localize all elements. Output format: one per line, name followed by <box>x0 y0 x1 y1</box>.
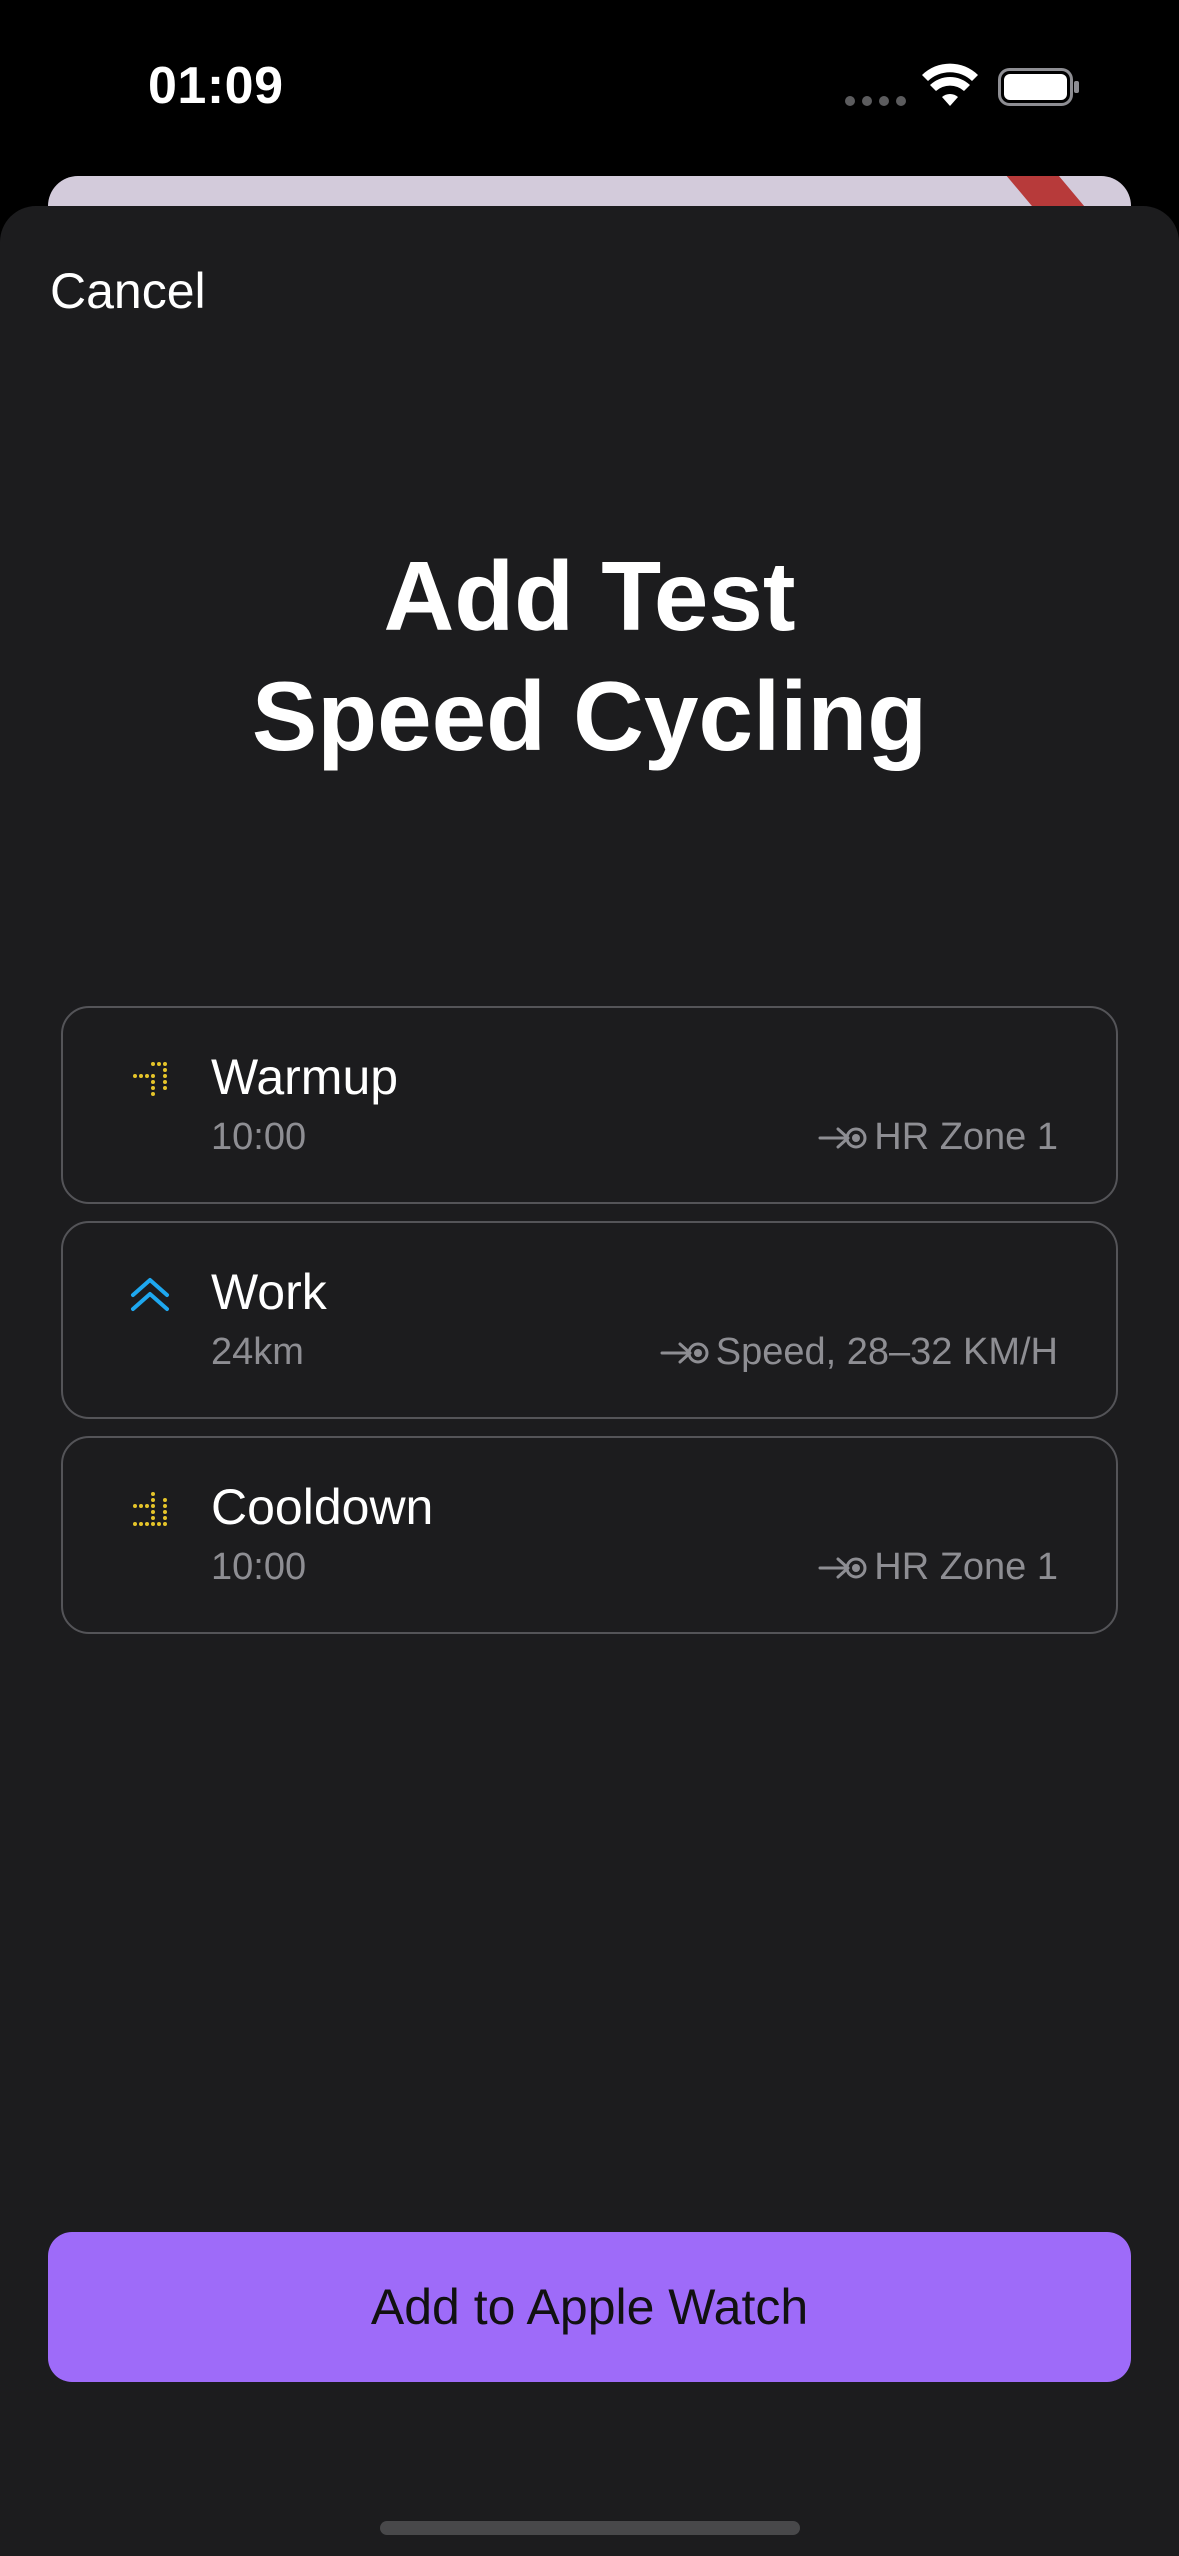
step-card-work: Work 24km Speed, 28–32 KM/H <box>61 1221 1118 1419</box>
step-duration: 10:00 <box>211 1546 307 1588</box>
step-distance: 24km <box>211 1331 304 1373</box>
target-arrow-icon <box>818 1557 867 1578</box>
step-target-label: Speed, 28–32 KM/H <box>715 1331 1058 1373</box>
warmup-icon <box>133 1062 167 1096</box>
add-to-apple-watch-button[interactable]: Add to Apple Watch <box>48 2232 1131 2382</box>
step-duration: 10:00 <box>211 1116 307 1158</box>
step-name: Work <box>211 1264 327 1320</box>
status-time: 01:09 <box>148 57 284 115</box>
status-bar: 01:09 <box>0 0 1179 170</box>
step-target-label: HR Zone 1 <box>874 1116 1058 1158</box>
target-arrow-icon <box>818 1127 867 1148</box>
step-target: HR Zone 1 <box>818 1546 1058 1589</box>
work-icon <box>131 1278 169 1311</box>
step-card-cooldown: Cooldown 10:00 HR Zone 1 <box>61 1436 1118 1634</box>
title-line-1: Add Test <box>383 541 796 651</box>
add-workout-sheet: Cancel Add Test Speed Cycling Warmup 10:… <box>0 206 1179 2556</box>
battery-icon <box>998 68 1079 106</box>
screen: 01:09 Cancel Add Test Speed Cycling Warm… <box>0 0 1179 2556</box>
cancel-button[interactable]: Cancel <box>50 262 206 320</box>
title-line-2: Speed Cycling <box>251 661 928 771</box>
step-target: HR Zone 1 <box>818 1116 1058 1159</box>
home-indicator[interactable] <box>380 2521 800 2535</box>
step-target-label: HR Zone 1 <box>874 1546 1058 1588</box>
sheet-title: Add Test Speed Cycling <box>0 536 1179 776</box>
target-arrow-icon <box>660 1342 709 1363</box>
step-name: Warmup <box>211 1049 399 1105</box>
cellular-signal-icon <box>845 96 906 106</box>
wifi-icon <box>922 63 978 106</box>
step-target: Speed, 28–32 KM/H <box>660 1331 1058 1374</box>
step-card-warmup: Warmup 10:00 HR Zone 1 <box>61 1006 1118 1204</box>
cooldown-icon <box>133 1492 167 1526</box>
step-name: Cooldown <box>211 1479 434 1535</box>
